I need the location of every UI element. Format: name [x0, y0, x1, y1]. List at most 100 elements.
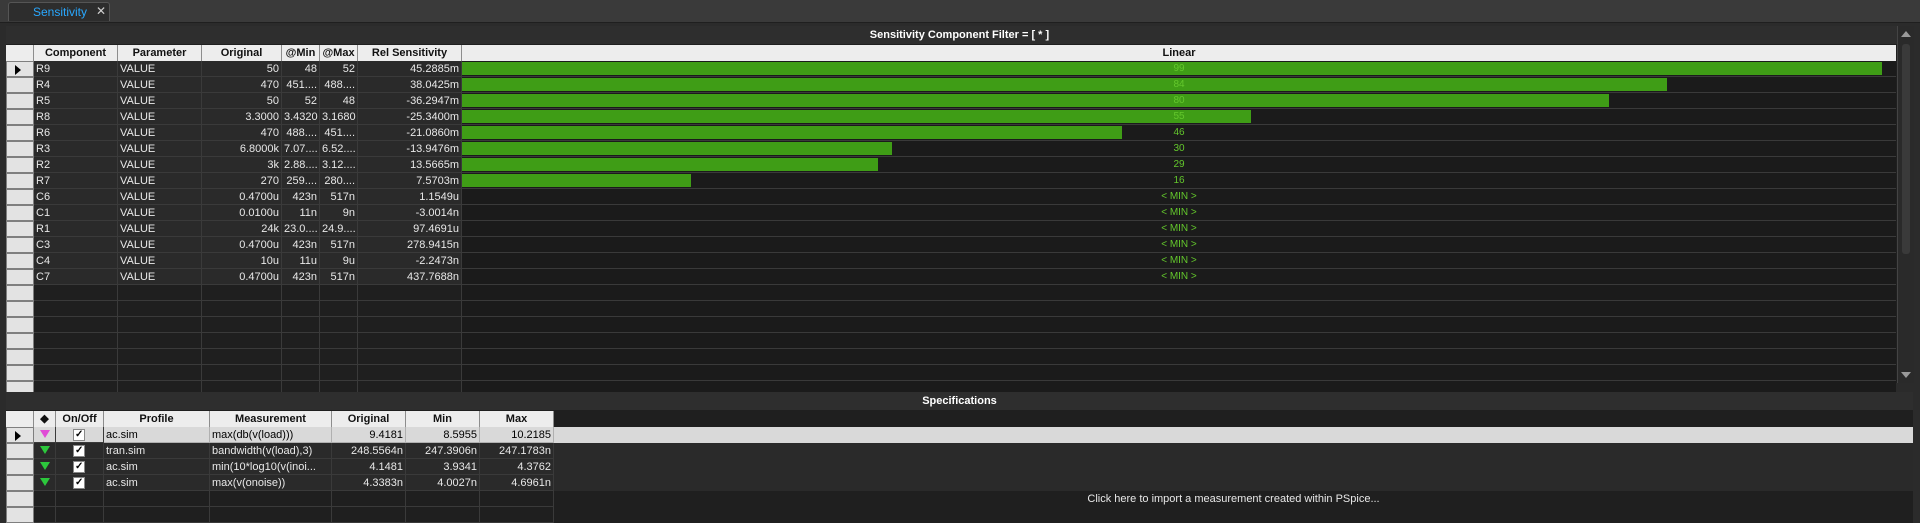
- enable-checkbox[interactable]: ✓: [73, 461, 85, 473]
- max-cell: 4.3762: [480, 459, 554, 475]
- table-row[interactable]: C3 VALUE 0.4700u 423n 517n 278.9415n < MIN >: [6, 237, 1896, 253]
- original-cell: 10u: [202, 253, 282, 269]
- header-profile[interactable]: Profile: [104, 411, 210, 427]
- tab-sensitivity[interactable]: Sensitivity ✕: [8, 2, 110, 21]
- header-linear[interactable]: Linear: [462, 45, 1896, 61]
- row-selector[interactable]: [6, 443, 34, 459]
- parameter-cell: [118, 301, 202, 317]
- table-row[interactable]: C7 VALUE 0.4700u 423n 517n 437.7688n < MIN >: [6, 269, 1896, 285]
- header-min[interactable]: Min: [406, 411, 480, 427]
- header-measurement[interactable]: Measurement: [210, 411, 332, 427]
- table-row[interactable]: ✓ ac.sim max(db(v(load))) 9.4181 8.5955 10.21…: [6, 427, 1913, 443]
- table-row[interactable]: Click here to import a measurement creat…: [6, 491, 1913, 507]
- table-row[interactable]: R2 VALUE 3k 2.88.... 3.12.... 13.5665m 29: [6, 157, 1896, 173]
- at-max-cell: 9n: [320, 205, 358, 221]
- row-selector[interactable]: [6, 365, 34, 381]
- enable-checkbox[interactable]: ✓: [73, 445, 85, 457]
- parameter-cell: VALUE: [118, 237, 202, 253]
- row-selector[interactable]: [6, 237, 34, 253]
- table-row[interactable]: [6, 317, 1896, 333]
- specifications-grid: ◆ On/Off Profile Measurement Original Mi…: [6, 411, 1913, 523]
- row-selector[interactable]: [6, 475, 34, 491]
- table-row[interactable]: [6, 349, 1896, 365]
- header-component[interactable]: Component: [34, 45, 118, 61]
- at-max-cell: [320, 365, 358, 381]
- enable-checkbox[interactable]: ✓: [73, 429, 85, 441]
- row-selector[interactable]: [6, 125, 34, 141]
- import-measurement-link[interactable]: Click here to import a measurement creat…: [554, 491, 1913, 507]
- table-row[interactable]: [6, 365, 1896, 381]
- row-selector[interactable]: [6, 507, 34, 523]
- row-selector[interactable]: [6, 301, 34, 317]
- header-max[interactable]: Max: [480, 411, 554, 427]
- table-row[interactable]: ✓ ac.sim max(v(onoise)) 4.3383n 4.0027n 4.696…: [6, 475, 1913, 491]
- table-row[interactable]: R8 VALUE 3.3000 3.4320 3.1680 -25.3400m 55: [6, 109, 1896, 125]
- row-selector[interactable]: [6, 157, 34, 173]
- on-off-cell: [56, 491, 104, 507]
- table-row[interactable]: R4 VALUE 470 451.... 488.... 38.0425m 84: [6, 77, 1896, 93]
- header-original[interactable]: Original: [332, 411, 406, 427]
- row-selector[interactable]: [6, 189, 34, 205]
- table-row[interactable]: [6, 507, 1913, 523]
- row-selector[interactable]: [6, 333, 34, 349]
- table-row[interactable]: [6, 285, 1896, 301]
- table-row[interactable]: [6, 301, 1896, 317]
- table-row[interactable]: R1 VALUE 24k 23.0.... 24.9.... 97.4691u < MIN …: [6, 221, 1896, 237]
- table-row[interactable]: ✓ tran.sim bandwidth(v(load),3) 248.5564n 24…: [6, 443, 1913, 459]
- parameter-cell: VALUE: [118, 77, 202, 93]
- parameter-cell: VALUE: [118, 173, 202, 189]
- row-selector[interactable]: [6, 93, 34, 109]
- sensitivity-vertical-scrollbar[interactable]: [1897, 26, 1914, 383]
- row-selector[interactable]: [6, 253, 34, 269]
- at-max-cell: 3.1680: [320, 109, 358, 125]
- component-cell: [34, 365, 118, 381]
- close-icon[interactable]: ✕: [96, 4, 106, 18]
- scroll-down-arrow-icon[interactable]: [1901, 372, 1911, 378]
- row-selector[interactable]: [6, 109, 34, 125]
- scroll-thumb[interactable]: [1902, 44, 1910, 254]
- row-selector[interactable]: [6, 491, 34, 507]
- table-row[interactable]: ✓ ac.sim min(10*log10(v(inoi... 4.1481 3.934…: [6, 459, 1913, 475]
- table-row[interactable]: C4 VALUE 10u 11u 9u -2.2473n < MIN >: [6, 253, 1896, 269]
- table-row[interactable]: R6 VALUE 470 488.... 451.... -21.0860m 46: [6, 125, 1896, 141]
- enable-checkbox[interactable]: ✓: [73, 477, 85, 489]
- parameter-cell: [118, 349, 202, 365]
- row-selector[interactable]: [6, 173, 34, 189]
- min-cell: 247.3906n: [406, 443, 480, 459]
- table-row[interactable]: R7 VALUE 270 259.... 280.... 7.5703m 16: [6, 173, 1896, 189]
- check-icon: ✓: [75, 461, 84, 472]
- row-selector[interactable]: [6, 221, 34, 237]
- row-selector[interactable]: [6, 141, 34, 157]
- header-rel-sensitivity[interactable]: Rel Sensitivity: [358, 45, 462, 61]
- table-row[interactable]: R9 VALUE 50 48 52 45.2885m 99: [6, 61, 1896, 77]
- table-row[interactable]: R5 VALUE 50 52 48 -36.2947m 80: [6, 93, 1896, 109]
- table-row[interactable]: [6, 333, 1896, 349]
- scroll-up-arrow-icon[interactable]: [1901, 31, 1911, 37]
- original-cell: 0.4700u: [202, 269, 282, 285]
- row-selector[interactable]: [6, 317, 34, 333]
- header-on-off[interactable]: On/Off: [56, 411, 104, 427]
- row-selector[interactable]: [6, 205, 34, 221]
- header-at-min[interactable]: @Min: [282, 45, 320, 61]
- row-selector[interactable]: [6, 61, 34, 77]
- row-selector[interactable]: [6, 77, 34, 93]
- linear-bar-cell: [462, 301, 1896, 317]
- linear-bar-cell: 29: [462, 157, 1896, 173]
- original-cell: [202, 317, 282, 333]
- row-selector[interactable]: [6, 427, 34, 443]
- table-row[interactable]: R3 VALUE 6.8000k 7.07.... 6.52.... -13.9476m 3…: [6, 141, 1896, 157]
- row-selector[interactable]: [6, 459, 34, 475]
- row-selector[interactable]: [6, 349, 34, 365]
- table-row[interactable]: C6 VALUE 0.4700u 423n 517n 1.1549u < MIN >: [6, 189, 1896, 205]
- linear-bar-cell: < MIN >: [462, 269, 1896, 285]
- check-icon: ✓: [75, 477, 84, 488]
- header-parameter[interactable]: Parameter: [118, 45, 202, 61]
- rel-sensitivity-cell: -36.2947m: [358, 93, 462, 109]
- rel-sensitivity-cell: 45.2885m: [358, 61, 462, 77]
- parameter-cell: VALUE: [118, 109, 202, 125]
- row-selector[interactable]: [6, 285, 34, 301]
- row-selector[interactable]: [6, 269, 34, 285]
- header-original[interactable]: Original: [202, 45, 282, 61]
- header-at-max[interactable]: @Max: [320, 45, 358, 61]
- table-row[interactable]: C1 VALUE 0.0100u 11n 9n -3.0014n < MIN >: [6, 205, 1896, 221]
